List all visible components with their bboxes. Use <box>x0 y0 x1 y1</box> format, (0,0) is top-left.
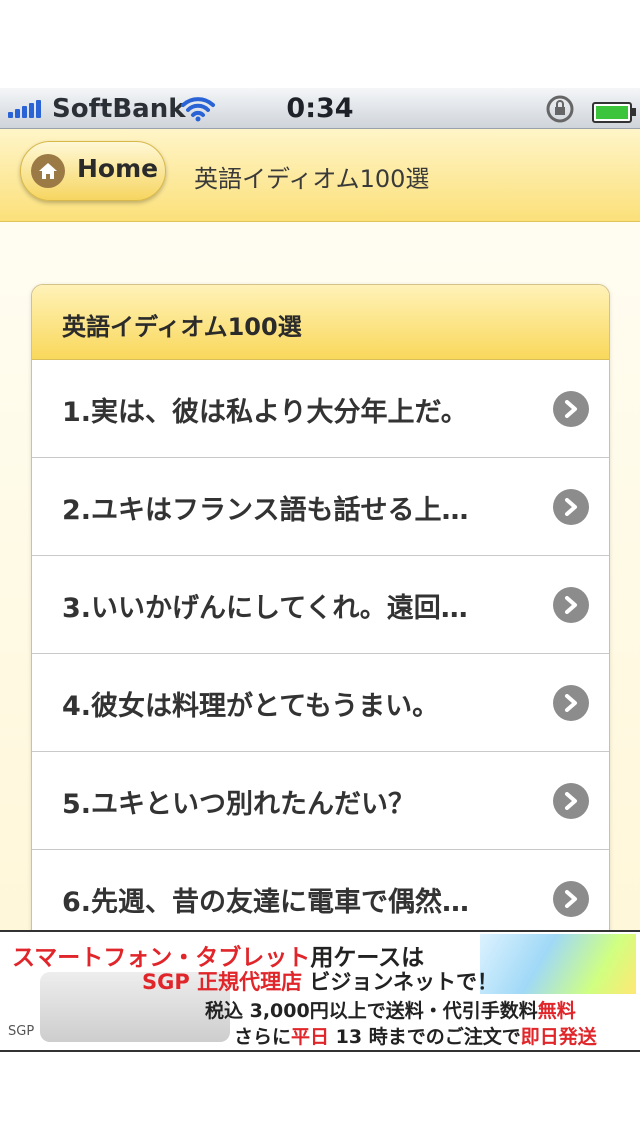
list-item[interactable]: 1.実は、彼は私より大分年上だ。 <box>32 360 609 458</box>
ad-shipping-line: 税込 3,000円以上で送料・代引手数料無料 <box>205 1000 576 1022</box>
list-item[interactable]: 5.ユキといつ別れたんだい？ <box>32 752 609 850</box>
chevron-right-icon <box>553 685 589 721</box>
list-item-label: 2.ユキはフランス語も話せる上… <box>62 495 469 526</box>
page-title: 英語イディオム100選 <box>194 165 430 193</box>
chevron-right-icon <box>553 783 589 819</box>
list-item-label: 1.実は、彼は私より大分年上だ。 <box>62 397 468 428</box>
chevron-right-icon <box>553 881 589 917</box>
list-item-label: 3.いいかげんにしてくれ。遠回… <box>62 593 468 624</box>
home-button-label: Home <box>77 154 159 183</box>
battery-icon <box>592 102 636 123</box>
home-button[interactable]: Home <box>20 141 166 201</box>
idiom-list: 英語イディオム100選 1.実は、彼は私より大分年上だ。 2.ユキはフランス語も… <box>31 284 610 946</box>
home-icon <box>31 154 65 188</box>
ad-banner[interactable]: スマートフォン・タブレット用ケースは SGP 正規代理店 ビジョンネットで！ 税… <box>0 930 640 1052</box>
list-item-label: 6.先週、昔の友達に電車で偶然… <box>62 887 470 918</box>
list-item-label: 5.ユキといつ別れたんだい？ <box>62 789 416 820</box>
ad-dealer-line: SGP 正規代理店 ビジョンネットで！ <box>142 970 498 994</box>
list-header: 英語イディオム100選 <box>32 285 609 360</box>
ad-tablet-image <box>480 934 636 994</box>
nav-header: Home 英語イディオム100選 <box>0 129 640 222</box>
list-item[interactable]: 2.ユキはフランス語も話せる上… <box>32 458 609 556</box>
chevron-right-icon <box>553 489 589 525</box>
sgp-logo: SGP <box>8 1024 35 1039</box>
list-item-label: 4.彼女は料理がとてもうまい。 <box>62 691 440 722</box>
ad-sameday-line: さらに平日 13 時までのご注文で即日発送 <box>234 1026 597 1048</box>
list-item[interactable]: 3.いいかげんにしてくれ。遠回… <box>32 556 609 654</box>
list-item[interactable]: 4.彼女は料理がとてもうまい。 <box>32 654 609 752</box>
chevron-right-icon <box>553 391 589 427</box>
chevron-right-icon <box>553 587 589 623</box>
rotation-lock-icon <box>544 94 578 128</box>
list-title: 英語イディオム100選 <box>62 313 302 341</box>
status-bar: SoftBank 0:34 <box>0 88 640 129</box>
